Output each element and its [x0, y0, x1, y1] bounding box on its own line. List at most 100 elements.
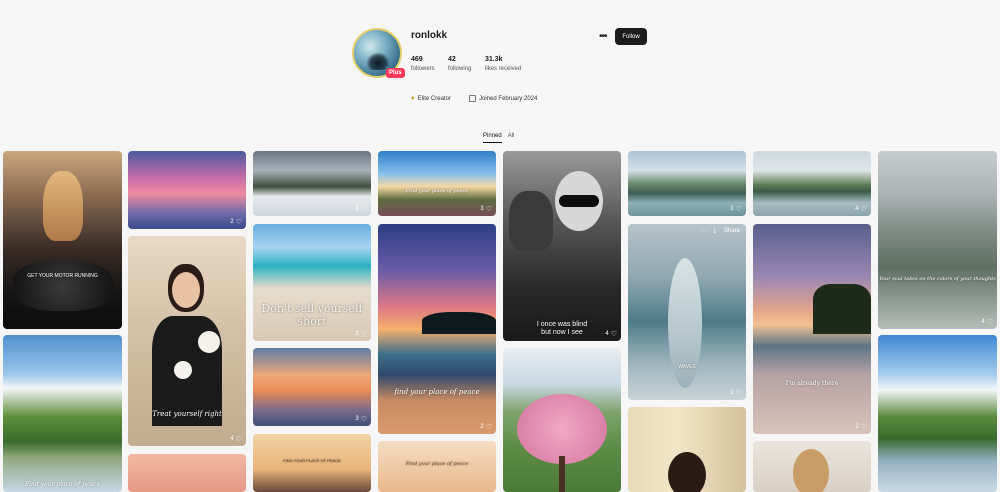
pin-actions: ··· ⤓ Share [699, 228, 740, 235]
pin-card-woman-sunset[interactable]: Find your place of peace [378, 441, 496, 492]
pin-card-woman-blonde[interactable] [753, 441, 871, 492]
heart-icon: ♡ [735, 390, 742, 397]
pin-card-foggy-mountain[interactable]: Your soul takes on the colors of your th… [878, 151, 997, 329]
trunk-shape [559, 456, 565, 492]
hair-shape [793, 449, 829, 492]
like-count[interactable]: 2 ♡ [855, 423, 867, 431]
calendar-icon [469, 95, 476, 102]
pin-caption: Find your place of peace [405, 188, 469, 194]
like-count[interactable]: 4 ♡ [855, 205, 867, 213]
like-count[interactable]: 3 ♡ [355, 415, 367, 423]
pin-card-snow-river[interactable]: 3 ♡ [253, 151, 371, 216]
likes-stat: 31.3k likes received [485, 56, 521, 72]
likes-label: likes received [485, 66, 522, 72]
follow-button[interactable]: Follow [615, 28, 647, 45]
pin-card-flowers-woman[interactable]: Treat yourself right 4 ♡ [128, 236, 246, 446]
followers-label: followers [411, 66, 435, 72]
pin-card-sunset[interactable] [128, 454, 246, 492]
pin-card-valley-lake[interactable] [878, 335, 997, 492]
heart-icon: ♡ [235, 219, 242, 226]
heart-icon: ♡ [986, 319, 993, 326]
likes-count: 31.3k [485, 56, 503, 63]
heart-icon: ♡ [860, 206, 867, 213]
pin-card-pink-sky[interactable]: 2 ♡ [128, 151, 246, 229]
motorcycle-shape [13, 261, 113, 311]
pin-caption: Your soul takes on the colors of your th… [879, 276, 996, 282]
following-label: following [448, 66, 472, 72]
joined-info: Joined February 2024 [469, 95, 537, 102]
download-icon[interactable]: ⤓ [713, 228, 716, 235]
pin-card-lake-forest[interactable]: 4 ♡ [753, 151, 871, 216]
tab-all[interactable]: All [508, 133, 515, 143]
pin-caption: Find your place of peace [24, 481, 101, 488]
following-stat[interactable]: 42 following [448, 56, 471, 72]
username: ronlokk [411, 30, 448, 41]
blossom-shape [517, 394, 607, 464]
pin-card-wave-surfboard[interactable]: ··· ⤓ Share WAVES 2 ♡ [628, 224, 746, 400]
heart-icon: ♡ [360, 331, 367, 338]
avatar[interactable]: Plus [352, 28, 405, 78]
more-icon[interactable]: ··· [699, 228, 705, 235]
heart-icon: ♡ [610, 331, 617, 338]
hair-shape [668, 452, 706, 492]
pin-caption: Find your place of peace [405, 461, 469, 467]
pin-card-blossom-tree[interactable] [503, 348, 621, 492]
heart-icon: ♡ [235, 436, 242, 443]
pin-caption: GET YOUR MOTOR RUNNING [27, 273, 98, 279]
like-count[interactable]: 3 ♡ [480, 205, 492, 213]
heart-icon: ♡ [360, 416, 367, 423]
pin-card-portrait-sunset[interactable]: FIND YOUR PLACE OF PEACE [253, 434, 371, 492]
face-shape [172, 272, 200, 308]
like-count[interactable]: 4 ♡ [605, 330, 617, 338]
followers-stat[interactable]: 469 followers [411, 56, 435, 72]
sunglasses-shape [559, 195, 599, 207]
pin-caption: I once was blind but now I see [536, 321, 588, 336]
like-count[interactable]: 2 ♡ [230, 218, 242, 226]
dog-shape [509, 191, 553, 251]
flower-shape [174, 361, 192, 379]
pin-caption: I'm already there [785, 380, 839, 387]
pin-card-sand-writing[interactable]: Don't sell yourself short 3 ♡ [253, 224, 371, 341]
pin-card-valley[interactable]: Find your place of peace [3, 335, 122, 492]
flower-shape [198, 331, 220, 353]
lightbulb-icon: ♦ [411, 95, 415, 102]
palm-shape [813, 284, 871, 334]
more-options-icon[interactable]: ••• [599, 31, 607, 42]
plus-badge: Plus [386, 68, 405, 78]
heart-icon: ♡ [860, 424, 867, 431]
portrait-shape [43, 171, 83, 241]
pin-card-lake-mountains[interactable]: 1 ♡ [628, 151, 746, 216]
creator-badge: ♦ Elite Creator [411, 95, 451, 102]
pin-card-palm-beach[interactable]: find your place of peace 2 ♡ [378, 224, 496, 434]
like-count[interactable]: 3 ♡ [355, 330, 367, 338]
like-count[interactable]: 4 ♡ [981, 318, 993, 326]
like-count[interactable]: 2 ♡ [730, 389, 742, 397]
pin-caption: find your place of peace [394, 388, 480, 396]
pin-caption: Treat yourself right [152, 410, 222, 418]
pin-caption: Don't sell yourself short [261, 302, 363, 328]
pin-caption: WAVES [678, 364, 696, 370]
island-shape [422, 312, 496, 334]
pin-caption: FIND YOUR PLACE OF PEACE [283, 458, 341, 463]
joined-label: Joined February 2024 [479, 95, 538, 102]
profile-tabs: Pinned All [483, 133, 514, 143]
creator-label: Elite Creator [417, 95, 451, 102]
pin-card-cloud-sunset[interactable]: 3 ♡ [253, 348, 371, 426]
pin-card-dog-selfie[interactable]: I once was blind but now I see 4 ♡ [503, 151, 621, 341]
share-button[interactable]: Share [724, 228, 740, 235]
pin-card-coast-flowers[interactable]: Find your place of peace 3 ♡ [378, 151, 496, 216]
tab-pinned[interactable]: Pinned [483, 133, 502, 143]
like-count[interactable]: 4 ♡ [230, 435, 242, 443]
following-count: 42 [448, 56, 456, 63]
heart-icon: ♡ [735, 206, 742, 213]
like-count[interactable]: 1 ♡ [730, 205, 742, 213]
like-count[interactable]: 2 ♡ [480, 423, 492, 431]
heart-icon: ♡ [360, 206, 367, 213]
pin-card-woman-portrait[interactable] [628, 407, 746, 492]
pin-card-motorcycle[interactable]: GET YOUR MOTOR RUNNING [3, 151, 122, 329]
like-count[interactable]: 3 ♡ [355, 205, 367, 213]
followers-count: 469 [411, 56, 423, 63]
heart-icon: ♡ [485, 424, 492, 431]
heart-icon: ♡ [485, 206, 492, 213]
pin-card-palm-shore[interactable]: I'm already there 2 ♡ [753, 224, 871, 434]
